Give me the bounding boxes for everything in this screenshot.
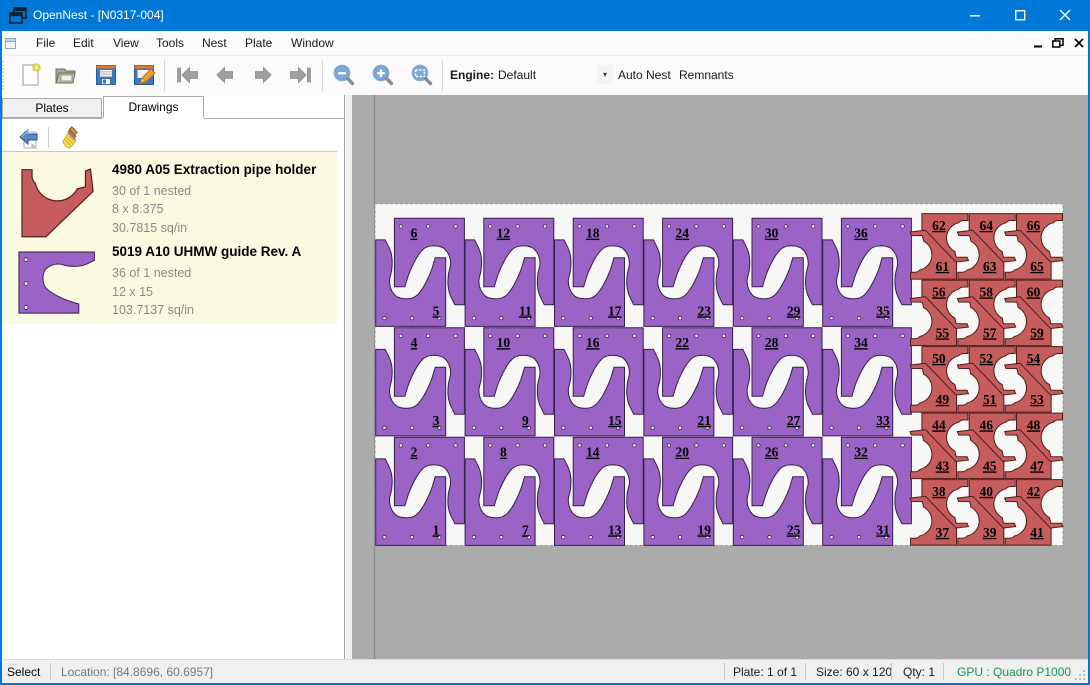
svg-text:48: 48 (1027, 417, 1041, 432)
svg-text:34: 34 (854, 335, 868, 350)
svg-text:44: 44 (932, 417, 946, 432)
svg-text:53: 53 (1030, 392, 1044, 407)
svg-text:8: 8 (500, 445, 507, 460)
svg-text:26: 26 (765, 445, 779, 460)
svg-text:4: 4 (411, 335, 418, 350)
svg-text:47: 47 (1030, 458, 1044, 473)
svg-text:65: 65 (1030, 259, 1044, 274)
svg-text:1: 1 (433, 522, 440, 537)
svg-text:29: 29 (787, 303, 801, 318)
svg-text:5: 5 (433, 303, 440, 318)
svg-text:63: 63 (983, 259, 997, 274)
svg-text:56: 56 (932, 284, 946, 299)
svg-text:49: 49 (936, 392, 950, 407)
svg-text:35: 35 (876, 303, 890, 318)
svg-text:52: 52 (979, 351, 993, 366)
svg-text:7: 7 (522, 522, 529, 537)
svg-text:25: 25 (787, 522, 801, 537)
svg-text:41: 41 (1030, 525, 1044, 540)
svg-text:51: 51 (983, 392, 997, 407)
svg-text:39: 39 (983, 525, 997, 540)
svg-text:17: 17 (608, 303, 622, 318)
svg-text:19: 19 (697, 522, 711, 537)
svg-text:9: 9 (522, 413, 529, 428)
svg-text:57: 57 (983, 325, 997, 340)
svg-text:28: 28 (765, 335, 779, 350)
svg-text:60: 60 (1027, 284, 1041, 299)
svg-text:16: 16 (586, 335, 600, 350)
svg-text:3: 3 (433, 413, 440, 428)
svg-text:61: 61 (936, 259, 950, 274)
svg-text:59: 59 (1030, 325, 1044, 340)
svg-text:33: 33 (876, 413, 890, 428)
svg-text:21: 21 (697, 413, 711, 428)
svg-text:50: 50 (932, 351, 946, 366)
svg-text:36: 36 (854, 226, 868, 241)
svg-text:43: 43 (936, 458, 950, 473)
svg-text:40: 40 (979, 484, 993, 499)
svg-text:24: 24 (675, 226, 689, 241)
svg-text:42: 42 (1027, 484, 1041, 499)
svg-text:6: 6 (411, 226, 418, 241)
svg-text:54: 54 (1027, 351, 1041, 366)
svg-text:55: 55 (936, 325, 950, 340)
svg-text:38: 38 (932, 484, 946, 499)
svg-text:11: 11 (519, 303, 532, 318)
svg-text:20: 20 (675, 445, 689, 460)
svg-text:14: 14 (586, 445, 600, 460)
svg-text:27: 27 (787, 413, 801, 428)
svg-text:66: 66 (1027, 218, 1041, 233)
svg-text:12: 12 (497, 226, 511, 241)
svg-text:64: 64 (979, 218, 993, 233)
svg-text:30: 30 (765, 226, 779, 241)
svg-text:2: 2 (411, 445, 418, 460)
svg-text:37: 37 (936, 525, 950, 540)
svg-text:46: 46 (979, 417, 993, 432)
svg-text:18: 18 (586, 226, 600, 241)
svg-text:58: 58 (979, 284, 993, 299)
svg-text:15: 15 (608, 413, 622, 428)
svg-text:31: 31 (876, 522, 890, 537)
svg-text:45: 45 (983, 458, 997, 473)
svg-text:23: 23 (697, 303, 711, 318)
svg-text:62: 62 (932, 218, 946, 233)
svg-text:10: 10 (497, 335, 511, 350)
svg-text:13: 13 (608, 522, 622, 537)
svg-text:32: 32 (854, 445, 868, 460)
svg-text:22: 22 (675, 335, 689, 350)
